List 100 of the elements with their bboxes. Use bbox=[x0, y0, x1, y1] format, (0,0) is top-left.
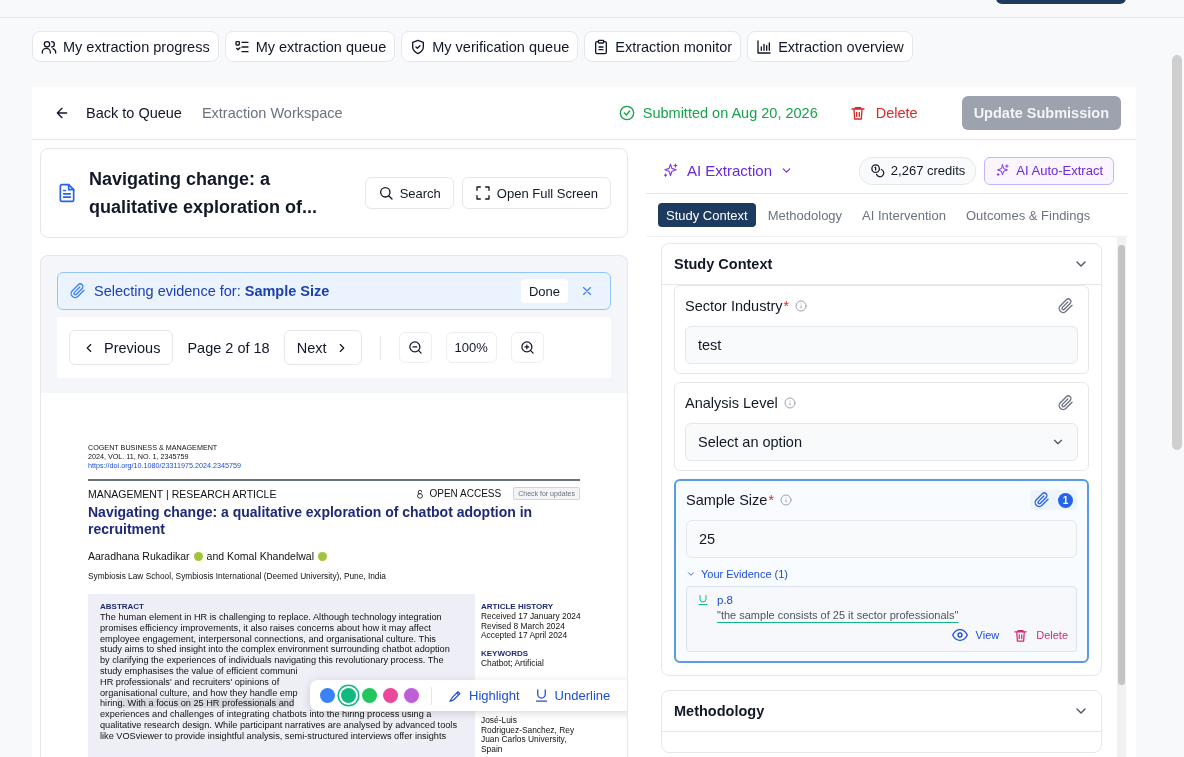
pen-icon bbox=[448, 688, 463, 703]
credits-text: 2,267 credits bbox=[890, 163, 966, 178]
editor-line: José-Luis bbox=[481, 716, 518, 726]
abstract-line: like VOSviewer to provide insightful analysis, semi-structured interviews offer insights bbox=[100, 730, 447, 742]
next-button[interactable]: Next bbox=[283, 330, 362, 365]
color-swatch[interactable] bbox=[383, 688, 398, 703]
document-icon bbox=[57, 183, 77, 203]
delete-button[interactable]: Delete bbox=[843, 104, 924, 122]
editor-line: Spain bbox=[481, 744, 504, 754]
back-link[interactable]: Back to Queue bbox=[54, 105, 182, 121]
abstract-line: experiences and challenges of integrating chatbots into the hiring process using a bbox=[100, 709, 432, 720]
zoom-out-button[interactable] bbox=[398, 332, 432, 363]
required-mark: * bbox=[783, 298, 789, 314]
zoom-level[interactable]: 100% bbox=[445, 332, 497, 363]
color-swatch[interactable] bbox=[320, 688, 335, 703]
section-tab[interactable]: Methodology bbox=[759, 203, 851, 227]
fullscreen-button[interactable]: Open Full Screen bbox=[461, 177, 611, 209]
zoom-in-icon bbox=[519, 340, 535, 355]
nav-tab[interactable]: My extraction queue bbox=[224, 31, 396, 62]
info-icon bbox=[783, 397, 796, 409]
coins-icon bbox=[869, 163, 885, 178]
select-field[interactable]: Select an option bbox=[685, 423, 1078, 461]
chevron-down-icon bbox=[686, 569, 696, 579]
attach-evidence-button[interactable] bbox=[1058, 298, 1074, 314]
abstract-line: The human element in HR is challenging to replace. Although technology integration bbox=[100, 612, 442, 623]
editor-line: Juan Carlos University, bbox=[481, 735, 567, 745]
section-tab[interactable]: Outcomes & Findings bbox=[957, 203, 1099, 227]
back-arrow-icon bbox=[54, 105, 70, 121]
ai-extraction-menu[interactable]: AI Extraction bbox=[662, 162, 794, 179]
zoom-in-button[interactable] bbox=[510, 332, 544, 363]
section-tab[interactable]: AI Intervention bbox=[854, 203, 954, 227]
close-icon bbox=[580, 284, 594, 298]
scrollbar-thumb[interactable] bbox=[1118, 245, 1125, 685]
sparkle-icon bbox=[995, 163, 1011, 178]
highlight-button[interactable]: Highlight bbox=[444, 688, 524, 703]
view-button[interactable]: View bbox=[951, 627, 1000, 643]
abstract-line: by clarifying the experiences of individuals navigating this revolutionary process. The bbox=[100, 655, 444, 666]
evidence-toggle[interactable]: Your Evidence (1) bbox=[686, 568, 789, 580]
required-mark: * bbox=[768, 492, 774, 508]
history-line: Received 17 January 2024 bbox=[481, 612, 581, 622]
previous-button[interactable]: Previous bbox=[69, 330, 174, 365]
abstract-heading: ABSTRACT bbox=[100, 602, 145, 612]
history-heading: ARTICLE HISTORY bbox=[481, 602, 554, 612]
banner-text: Selecting evidence for: Sample Size bbox=[94, 283, 331, 299]
lock-icon bbox=[415, 488, 426, 499]
clipboard-icon bbox=[593, 38, 610, 55]
text-field[interactable]: test bbox=[685, 326, 1078, 364]
text-field[interactable]: 25 bbox=[686, 520, 1077, 558]
abstract-line: employee engagement, interpersonal connections, and organisational culture. This bbox=[100, 633, 436, 645]
page-indicator: Page 2 of 18 bbox=[187, 339, 270, 356]
check-circle-icon bbox=[618, 105, 635, 121]
history-line: Accepted 17 April 2024 bbox=[481, 631, 569, 641]
section-title: Methodology bbox=[674, 703, 766, 719]
abstract-line: organisational culture, and how they handle emp bbox=[100, 687, 298, 699]
section-tab[interactable]: Study Context bbox=[658, 203, 756, 227]
trash-icon bbox=[849, 105, 866, 121]
affiliation: Symbiosis Law School, Symbiosis International (Deemed University), Pune, India bbox=[88, 571, 387, 581]
author-name: and Komal Khandelwal bbox=[206, 550, 314, 562]
nav-tab[interactable]: Extraction overview bbox=[747, 31, 913, 62]
article-type: MANAGEMENT | RESEARCH ARTICLE bbox=[88, 487, 278, 500]
editor-line: Rodriguez-Sanchez, Rey bbox=[481, 725, 576, 735]
field-label: Sample Size bbox=[686, 492, 768, 508]
keywords-heading: KEYWORDS bbox=[481, 648, 530, 659]
auto-extract-button[interactable]: AI Auto-Extract bbox=[984, 156, 1114, 185]
eye-icon bbox=[951, 627, 968, 643]
attach-evidence-button[interactable] bbox=[1058, 395, 1074, 411]
shield-check-icon bbox=[410, 38, 427, 55]
color-swatch[interactable] bbox=[362, 688, 377, 703]
delete-evidence-button[interactable]: Delete bbox=[1013, 627, 1068, 643]
search-button[interactable]: Search bbox=[364, 177, 454, 209]
bar-chart-icon bbox=[756, 38, 773, 55]
paperclip-icon bbox=[1058, 395, 1074, 411]
nav-tab[interactable]: My verification queue bbox=[401, 31, 579, 62]
underline-icon bbox=[533, 688, 549, 703]
search-icon bbox=[377, 185, 394, 201]
abstract-line: qualitative research design. While participant narratives are analysed by advanced tools bbox=[100, 719, 457, 731]
scrollbar[interactable] bbox=[1172, 55, 1182, 450]
orcid-icon bbox=[193, 551, 203, 561]
nav-tab[interactable]: My extraction progress bbox=[32, 31, 219, 62]
color-swatch[interactable] bbox=[341, 688, 356, 703]
field-label: Analysis Level bbox=[685, 395, 778, 411]
checklist-icon bbox=[233, 38, 250, 55]
attach-evidence-button[interactable] bbox=[1034, 492, 1050, 508]
field-label: Sector Industry bbox=[685, 298, 783, 314]
paperclip-icon bbox=[1034, 492, 1050, 508]
section-title: Study Context bbox=[674, 256, 774, 272]
done-button[interactable]: Done bbox=[520, 279, 568, 303]
article-title: Navigating change: a qualitative exploration of chatbot adoption in recruitment bbox=[88, 504, 534, 538]
section-header[interactable]: Methodology bbox=[662, 691, 1101, 732]
sparkle-icon bbox=[662, 162, 679, 179]
nav-tab[interactable]: Extraction monitor bbox=[584, 31, 742, 62]
info-icon bbox=[794, 300, 807, 312]
orcid-icon bbox=[318, 551, 327, 561]
color-swatch[interactable] bbox=[404, 688, 419, 703]
document-title: Navigating change: a qualitative exploration of... bbox=[89, 168, 319, 219]
breadcrumb: Extraction Workspace bbox=[201, 105, 343, 121]
evidence-page-link[interactable]: p.8 bbox=[717, 594, 1068, 606]
underline-button[interactable]: Underline bbox=[529, 688, 615, 703]
paperclip-icon bbox=[70, 283, 86, 299]
paperclip-icon bbox=[1058, 298, 1074, 314]
